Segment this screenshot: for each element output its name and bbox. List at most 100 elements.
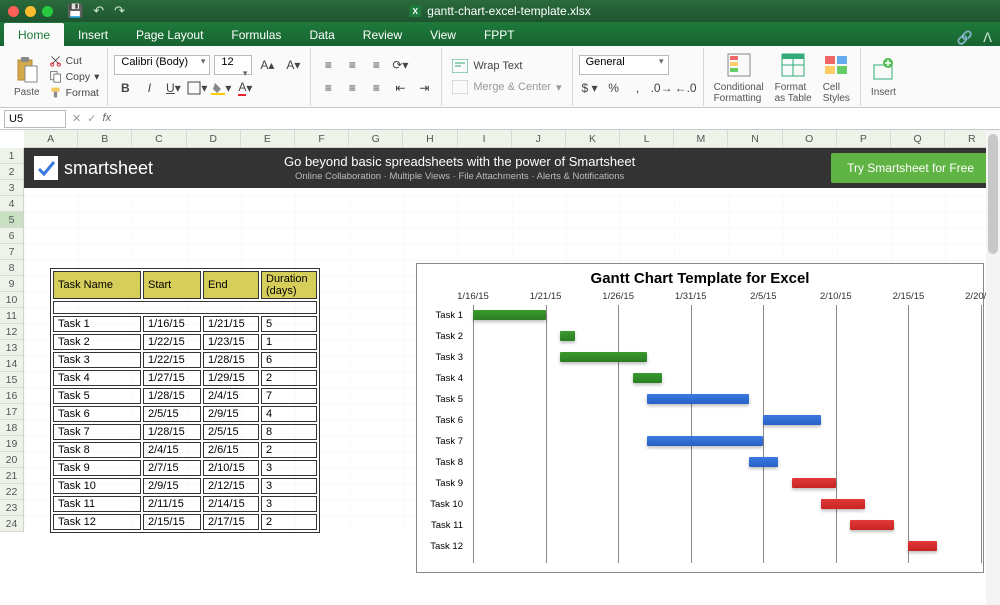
cell-grid[interactable]: smartsheet Go beyond basic spreadsheets … [24, 148, 1000, 532]
row-headers[interactable]: 123456789101112131415161718192021222324 [0, 148, 24, 532]
increase-decimal-icon[interactable]: .0→ [651, 78, 673, 98]
column-headers[interactable]: ABCDEFGHIJKLMNOPQR [24, 130, 1000, 148]
table-cell[interactable]: 1/28/15 [143, 424, 201, 440]
align-left-icon[interactable]: ≡ [317, 78, 339, 98]
table-cell[interactable]: 2/17/15 [203, 514, 259, 530]
table-cell[interactable]: Task 4 [53, 370, 141, 386]
tab-home[interactable]: Home [4, 23, 64, 46]
table-row[interactable]: Task 31/22/151/28/156 [53, 352, 317, 368]
tab-page-layout[interactable]: Page Layout [122, 23, 217, 46]
row-header[interactable]: 17 [0, 404, 23, 420]
table-cell[interactable]: Task 7 [53, 424, 141, 440]
table-cell[interactable]: 2/11/15 [143, 496, 201, 512]
row-header[interactable]: 6 [0, 228, 23, 244]
col-header[interactable]: D [187, 130, 241, 147]
table-cell[interactable]: 2/7/15 [143, 460, 201, 476]
table-cell[interactable]: Task 3 [53, 352, 141, 368]
wrap-text-button[interactable]: Wrap Text [448, 57, 565, 75]
table-cell[interactable]: 1/16/15 [143, 316, 201, 332]
table-cell[interactable]: 2/5/15 [143, 406, 201, 422]
table-cell[interactable]: 2/14/15 [203, 496, 259, 512]
cell-styles-button[interactable]: Cell Styles [819, 48, 854, 106]
col-header[interactable]: I [458, 130, 512, 147]
col-header[interactable]: B [78, 130, 132, 147]
row-header[interactable]: 5 [0, 212, 23, 228]
col-header[interactable]: F [295, 130, 349, 147]
font-name-select[interactable]: Calibri (Body) [114, 55, 210, 75]
gantt-bar[interactable] [560, 352, 647, 362]
name-box[interactable]: U5 [4, 110, 66, 128]
scrollbar-thumb[interactable] [988, 134, 998, 254]
row-header[interactable]: 15 [0, 372, 23, 388]
increase-font-icon[interactable]: A▴ [256, 55, 278, 75]
row-header[interactable]: 19 [0, 436, 23, 452]
increase-indent-icon[interactable]: ⇥ [413, 78, 435, 98]
table-cell[interactable]: 6 [261, 352, 317, 368]
cancel-formula-icon[interactable]: ✕ [72, 112, 81, 125]
font-color-button[interactable]: A▾ [234, 78, 256, 98]
redo-icon[interactable]: ↷ [114, 3, 125, 19]
gantt-bar[interactable] [821, 499, 865, 509]
row-header[interactable]: 1 [0, 148, 23, 164]
worksheet[interactable]: ABCDEFGHIJKLMNOPQR 123456789101112131415… [0, 130, 1000, 605]
table-row[interactable]: Task 62/5/152/9/154 [53, 406, 317, 422]
col-header[interactable]: A [24, 130, 78, 147]
table-row[interactable]: Task 92/7/152/10/153 [53, 460, 317, 476]
gantt-bar[interactable] [473, 310, 546, 320]
comma-icon[interactable]: , [627, 78, 649, 98]
table-cell[interactable]: Task 2 [53, 334, 141, 350]
table-cell[interactable]: 1/27/15 [143, 370, 201, 386]
table-cell[interactable]: 2/9/15 [143, 478, 201, 494]
italic-button[interactable]: I [138, 78, 160, 98]
row-header[interactable]: 23 [0, 500, 23, 516]
table-cell[interactable]: 2/9/15 [203, 406, 259, 422]
table-cell[interactable]: 1 [261, 334, 317, 350]
font-size-select[interactable]: 12 [214, 55, 252, 75]
align-right-icon[interactable]: ≡ [365, 78, 387, 98]
zoom-icon[interactable] [42, 6, 53, 17]
number-format-select[interactable]: General [579, 55, 669, 75]
format-painter-button[interactable]: Format [47, 85, 102, 100]
format-as-table-button[interactable]: Format as Table [771, 48, 816, 106]
tab-review[interactable]: Review [349, 23, 416, 46]
table-cell[interactable]: 1/21/15 [203, 316, 259, 332]
table-cell[interactable]: Task 8 [53, 442, 141, 458]
orientation-icon[interactable]: ⟳▾ [389, 55, 411, 75]
table-cell[interactable]: 2/15/15 [143, 514, 201, 530]
align-top-icon[interactable]: ≡ [317, 55, 339, 75]
paste-button[interactable]: Paste [10, 53, 44, 100]
col-header[interactable]: N [728, 130, 782, 147]
table-cell[interactable]: 4 [261, 406, 317, 422]
row-header[interactable]: 7 [0, 244, 23, 260]
undo-icon[interactable]: ↶ [93, 3, 104, 19]
confirm-formula-icon[interactable]: ✓ [87, 112, 96, 125]
try-smartsheet-button[interactable]: Try Smartsheet for Free [831, 153, 990, 183]
row-header[interactable]: 20 [0, 452, 23, 468]
fx-icon[interactable]: fx [102, 112, 111, 125]
blank-row[interactable] [53, 301, 317, 314]
gantt-bar[interactable] [560, 331, 575, 341]
table-cell[interactable]: Task 5 [53, 388, 141, 404]
table-row[interactable]: Task 102/9/152/12/153 [53, 478, 317, 494]
decrease-indent-icon[interactable]: ⇤ [389, 78, 411, 98]
row-header[interactable]: 21 [0, 468, 23, 484]
table-cell[interactable]: 3 [261, 496, 317, 512]
th-end[interactable]: End [203, 271, 259, 299]
col-header[interactable]: P [837, 130, 891, 147]
table-cell[interactable]: 2/4/15 [203, 388, 259, 404]
decrease-decimal-icon[interactable]: ←.0 [675, 78, 697, 98]
table-cell[interactable]: 2/10/15 [203, 460, 259, 476]
decrease-font-icon[interactable]: A▾ [282, 55, 304, 75]
border-button[interactable]: ▾ [186, 78, 208, 98]
th-task-name[interactable]: Task Name [53, 271, 141, 299]
formula-input[interactable] [117, 110, 996, 128]
table-row[interactable]: Task 112/11/152/14/153 [53, 496, 317, 512]
merge-center-button[interactable]: Merge & Center ▾ [448, 78, 565, 96]
table-row[interactable]: Task 51/28/152/4/157 [53, 388, 317, 404]
table-row[interactable]: Task 82/4/152/6/152 [53, 442, 317, 458]
table-row[interactable]: Task 122/15/152/17/152 [53, 514, 317, 530]
row-header[interactable]: 8 [0, 260, 23, 276]
close-icon[interactable] [8, 6, 19, 17]
gantt-bar[interactable] [647, 436, 763, 446]
row-header[interactable]: 24 [0, 516, 23, 532]
